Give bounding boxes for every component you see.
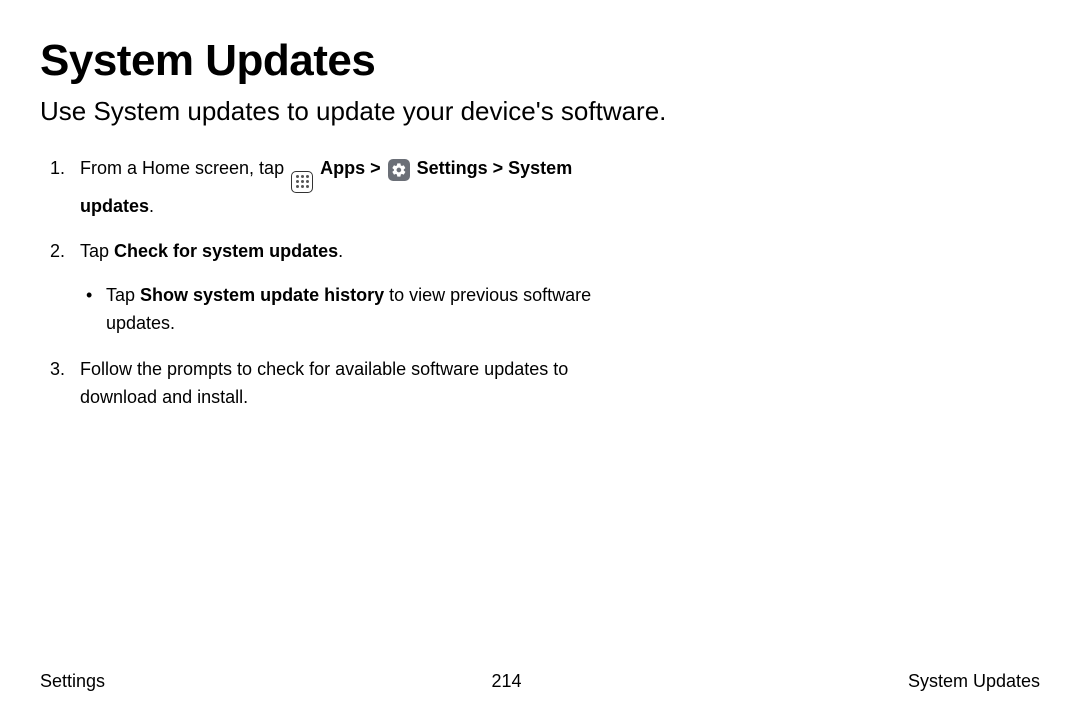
settings-label: Settings — [417, 158, 488, 178]
apps-icon — [291, 171, 313, 193]
step-2-bullet: Tap Show system update history to view p… — [80, 282, 620, 338]
step-1: From a Home screen, tap Apps > Settings … — [40, 155, 620, 220]
step-1-text-a: From a Home screen, tap — [80, 158, 289, 178]
check-updates-label: Check for system updates — [114, 241, 338, 261]
step-2-end: . — [338, 241, 343, 261]
settings-icon — [388, 159, 410, 181]
page-title: System Updates — [40, 36, 1040, 86]
page-footer: Settings 214 System Updates — [40, 671, 1040, 692]
step-1-end: . — [149, 196, 154, 216]
step-2-sublist: Tap Show system update history to view p… — [80, 282, 620, 338]
footer-left: Settings — [40, 671, 105, 692]
show-history-label: Show system update history — [140, 285, 384, 305]
sep-1: > — [365, 158, 386, 178]
footer-page-number: 214 — [491, 671, 521, 692]
step-2: Tap Check for system updates. Tap Show s… — [40, 238, 620, 338]
sep-2: > — [488, 158, 509, 178]
footer-right: System Updates — [908, 671, 1040, 692]
bullet-text-a: Tap — [106, 285, 140, 305]
page-subtitle: Use System updates to update your device… — [40, 96, 1040, 127]
step-2-text-a: Tap — [80, 241, 114, 261]
apps-label: Apps — [320, 158, 365, 178]
instruction-list: From a Home screen, tap Apps > Settings … — [40, 155, 620, 412]
step-3: Follow the prompts to check for availabl… — [40, 356, 620, 412]
